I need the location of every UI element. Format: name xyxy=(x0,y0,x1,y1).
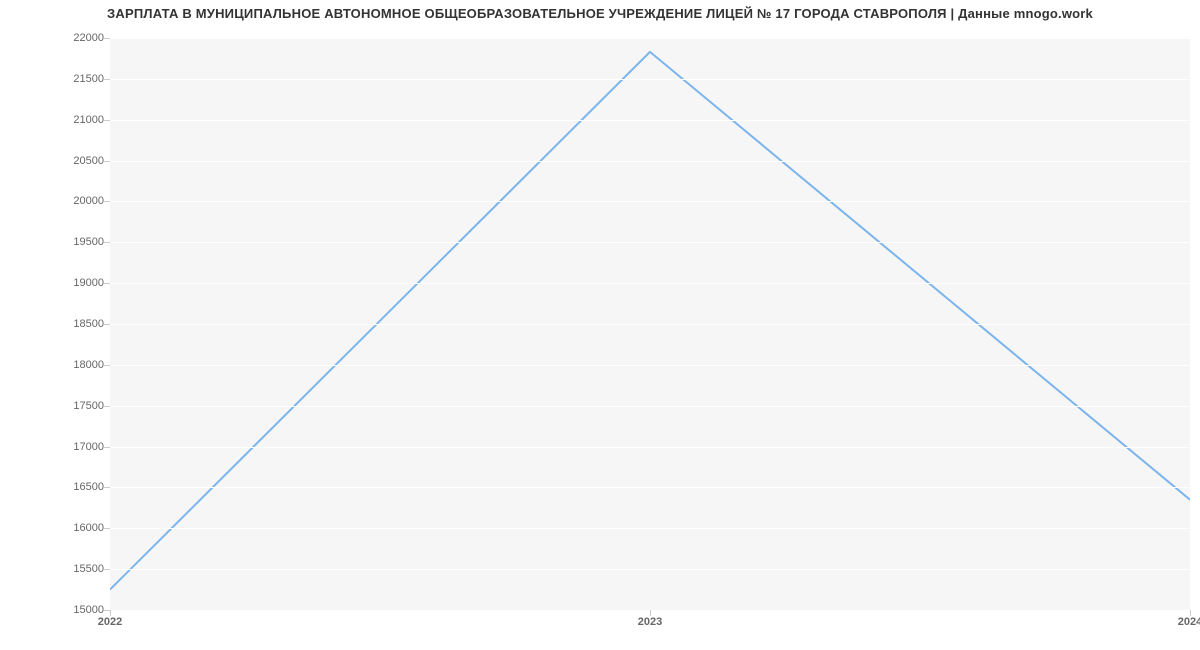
y-tick-label: 19500 xyxy=(14,236,104,248)
y-tick-label: 15000 xyxy=(14,604,104,616)
y-gridline xyxy=(110,406,1190,407)
y-gridline xyxy=(110,283,1190,284)
y-tick-mark xyxy=(104,38,110,39)
y-tick-mark xyxy=(104,487,110,488)
y-tick-label: 21000 xyxy=(14,114,104,126)
y-tick-label: 20500 xyxy=(14,155,104,167)
x-tick-label: 2023 xyxy=(638,616,662,628)
y-tick-label: 17000 xyxy=(14,441,104,453)
y-gridline xyxy=(110,201,1190,202)
y-gridline xyxy=(110,365,1190,366)
y-tick-mark xyxy=(104,528,110,529)
y-tick-label: 16500 xyxy=(14,481,104,493)
y-tick-mark xyxy=(104,242,110,243)
y-gridline xyxy=(110,569,1190,570)
y-tick-mark xyxy=(104,324,110,325)
y-tick-mark xyxy=(104,283,110,284)
y-tick-mark xyxy=(104,365,110,366)
y-gridline xyxy=(110,79,1190,80)
y-tick-label: 17500 xyxy=(14,400,104,412)
chart-title: ЗАРПЛАТА В МУНИЦИПАЛЬНОЕ АВТОНОМНОЕ ОБЩЕ… xyxy=(0,0,1200,21)
x-tick-label: 2022 xyxy=(98,616,122,628)
y-gridline xyxy=(110,242,1190,243)
y-tick-mark xyxy=(104,161,110,162)
y-tick-label: 22000 xyxy=(14,32,104,44)
y-tick-label: 18000 xyxy=(14,359,104,371)
y-gridline xyxy=(110,487,1190,488)
y-tick-mark xyxy=(104,201,110,202)
y-tick-label: 19000 xyxy=(14,277,104,289)
y-tick-label: 18500 xyxy=(14,318,104,330)
salary-line-chart: ЗАРПЛАТА В МУНИЦИПАЛЬНОЕ АВТОНОМНОЕ ОБЩЕ… xyxy=(0,0,1200,650)
y-tick-label: 16000 xyxy=(14,522,104,534)
y-gridline xyxy=(110,447,1190,448)
x-tick-label: 2024 xyxy=(1178,616,1200,628)
y-gridline xyxy=(110,38,1190,39)
y-gridline xyxy=(110,324,1190,325)
y-gridline xyxy=(110,120,1190,121)
y-tick-label: 20000 xyxy=(14,195,104,207)
plot-area xyxy=(110,38,1190,611)
series-line xyxy=(110,52,1190,590)
y-tick-mark xyxy=(104,406,110,407)
y-tick-label: 15500 xyxy=(14,563,104,575)
y-tick-mark xyxy=(104,120,110,121)
y-tick-label: 21500 xyxy=(14,73,104,85)
y-tick-mark xyxy=(104,569,110,570)
y-gridline xyxy=(110,528,1190,529)
y-tick-mark xyxy=(104,79,110,80)
y-tick-mark xyxy=(104,447,110,448)
y-gridline xyxy=(110,161,1190,162)
